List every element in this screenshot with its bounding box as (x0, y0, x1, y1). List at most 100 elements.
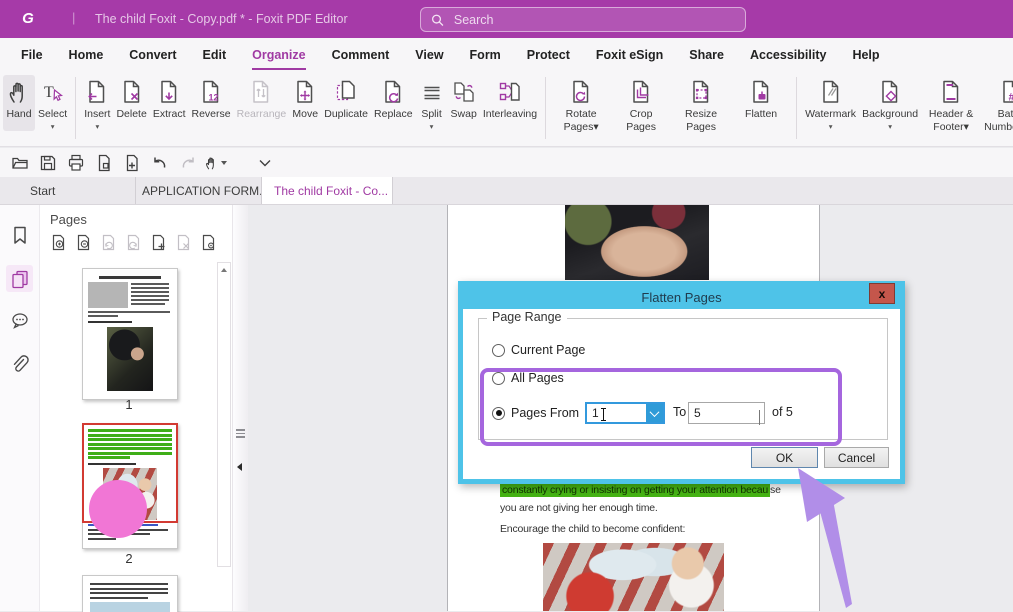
ribbon-crop-pages-button[interactable]: Crop Pages (611, 75, 671, 143)
menu-share[interactable]: Share (676, 38, 737, 72)
ribbon-replace-button[interactable]: Replace (371, 75, 416, 131)
attachments-panel-button[interactable] (6, 351, 33, 378)
background-icon (877, 77, 903, 106)
ribbon-header-footer-button[interactable]: Header & Footer▾ (921, 75, 981, 143)
cancel-button[interactable]: Cancel (824, 447, 889, 468)
document-text-line: you are not giving her enough time. (500, 502, 658, 514)
print-button[interactable] (64, 151, 87, 174)
page-thumbnail-2[interactable] (82, 423, 178, 549)
collapse-panel-icon[interactable] (237, 463, 242, 471)
menu-organize[interactable]: Organize (239, 38, 319, 72)
tab-the-child-foxit[interactable]: The child Foxit - Co... × (262, 177, 393, 204)
search-box[interactable] (420, 7, 746, 32)
ribbon-delete-button[interactable]: Delete (113, 75, 149, 131)
ok-button[interactable]: OK (751, 447, 818, 468)
ribbon-label: Interleaving (483, 108, 537, 121)
ribbon-duplicate-button[interactable]: Duplicate (321, 75, 371, 131)
ribbon-select-button[interactable]: T Select ▾ (35, 75, 70, 131)
splitter-grip-icon[interactable] (236, 427, 245, 440)
menu-protect[interactable]: Protect (514, 38, 583, 72)
ribbon-background-button[interactable]: Background ▾ (859, 75, 921, 131)
ribbon-rotate-pages-button[interactable]: Rotate Pages▾ (551, 75, 611, 143)
zoom-out-thumbnails-button[interactable] (75, 234, 92, 251)
search-icon (431, 13, 444, 27)
ribbon-move-button[interactable]: Move (289, 75, 321, 131)
radio-label: Current Page (511, 343, 585, 357)
menu-view[interactable]: View (402, 38, 456, 72)
ribbon-label: Watermark (805, 108, 856, 121)
ribbon-watermark-button[interactable]: Watermark ▾ (802, 75, 859, 131)
scroll-up-icon[interactable] (221, 268, 227, 272)
more-tools-button[interactable] (253, 151, 276, 174)
delete-page-button (175, 234, 192, 251)
dialog-title: Flatten Pages (463, 286, 900, 309)
open-file-button[interactable] (8, 151, 31, 174)
create-page-button[interactable] (120, 151, 143, 174)
page-setup-button[interactable] (92, 151, 115, 174)
rotate-right-button (125, 234, 142, 251)
dialog-close-button[interactable]: x (869, 283, 895, 304)
document-photo-top (565, 205, 709, 280)
ribbon-bates-numbering-button[interactable]: # Bates Numbering▾ (981, 75, 1013, 143)
ribbon-hand-button[interactable]: Hand (3, 75, 35, 131)
hand-tool-button[interactable] (204, 151, 227, 174)
ribbon-interleaving-button[interactable]: Interleaving (480, 75, 540, 131)
page-properties-button[interactable] (200, 234, 217, 251)
menu-file[interactable]: File (8, 38, 56, 72)
tab-start[interactable]: Start (0, 177, 136, 204)
menu-edit[interactable]: Edit (190, 38, 240, 72)
pages-panel-title: Pages (50, 212, 87, 227)
page-thumbnail-3[interactable] (82, 575, 178, 612)
menu-foxit-esign[interactable]: Foxit eSign (583, 38, 676, 72)
page-thumbnail-1[interactable] (82, 268, 178, 400)
menu-comment[interactable]: Comment (319, 38, 403, 72)
ribbon-swap-button[interactable]: Swap (448, 75, 480, 131)
interleaving-icon (497, 77, 523, 106)
search-input[interactable] (452, 12, 735, 28)
move-icon (292, 77, 318, 106)
open-folder-icon (11, 154, 29, 172)
menu-bar: File Home Convert Edit Organize Comment … (0, 38, 1013, 72)
thumbnails-scrollbar[interactable] (217, 262, 231, 567)
window-title: The child Foxit - Copy.pdf * - Foxit PDF… (95, 12, 348, 26)
radio-current-page[interactable]: Current Page (492, 343, 585, 357)
ribbon-label: Delete (116, 108, 146, 121)
page-setup-icon (95, 154, 113, 172)
radio-icon[interactable] (492, 344, 505, 357)
title-bar: G | The child Foxit - Copy.pdf * - Foxit… (0, 0, 1013, 38)
undo-button[interactable] (148, 151, 171, 174)
ribbon-flatten-button[interactable]: Flatten (731, 75, 791, 131)
menu-accessibility[interactable]: Accessibility (737, 38, 839, 72)
circle-annotation (89, 480, 147, 538)
split-icon (419, 77, 445, 106)
ribbon-insert-button[interactable]: Insert ▾ (81, 75, 113, 131)
ribbon-extract-button[interactable]: Extract (150, 75, 189, 131)
highlighted-text: constantly crying or insisting on gettin… (500, 483, 770, 497)
panel-splitter[interactable] (232, 205, 248, 611)
menu-convert[interactable]: Convert (116, 38, 189, 72)
ribbon-label: Move (292, 108, 318, 121)
new-page-button[interactable] (150, 234, 167, 251)
delete-icon (119, 77, 145, 106)
undo-icon (151, 154, 169, 172)
redo-icon (179, 154, 197, 172)
ribbon-split-button[interactable]: Split ▾ (416, 75, 448, 131)
menu-home[interactable]: Home (56, 38, 117, 72)
caret-down-icon: ▾ (829, 123, 833, 131)
zoom-in-thumbnails-button[interactable] (50, 234, 67, 251)
ribbon-reverse-button[interactable]: 12 Reverse (189, 75, 234, 131)
ribbon-label: Background (862, 108, 918, 121)
comments-panel-button[interactable] (6, 307, 33, 334)
bookmarks-panel-button[interactable] (6, 221, 33, 248)
highlight-annotation-box (480, 368, 842, 446)
caret-down-icon (221, 161, 227, 165)
comment-icon (10, 311, 30, 331)
ribbon-resize-pages-button[interactable]: Resize Pages (671, 75, 731, 143)
tab-application-form[interactable]: APPLICATION FORM.pd... (136, 177, 262, 204)
organize-ribbon: Hand T Select ▾ Insert ▾ Delete Extract … (0, 72, 1013, 146)
pages-panel-button[interactable] (6, 265, 33, 292)
menu-help[interactable]: Help (839, 38, 892, 72)
save-button[interactable] (36, 151, 59, 174)
paperclip-icon (10, 355, 30, 375)
menu-form[interactable]: Form (457, 38, 514, 72)
